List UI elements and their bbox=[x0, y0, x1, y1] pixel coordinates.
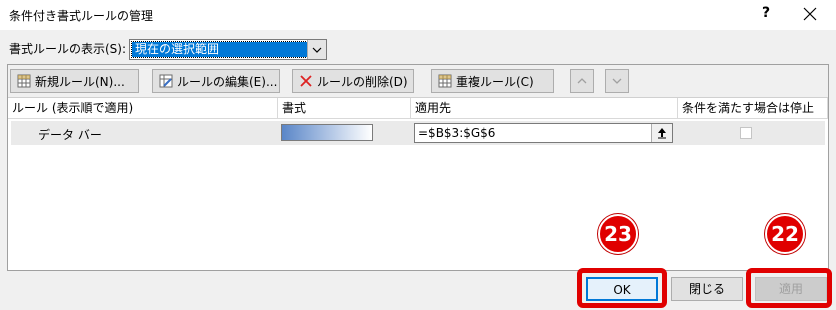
delete-x-icon bbox=[300, 75, 312, 87]
title-bar: 条件付き書式ルールの管理 ? bbox=[0, 0, 836, 30]
delete-rule-label: ルールの削除(D) bbox=[317, 74, 408, 89]
duplicate-table-icon bbox=[438, 74, 452, 88]
chevron-up-icon bbox=[577, 78, 587, 84]
stop-if-true-checkbox[interactable] bbox=[740, 127, 752, 139]
applies-to-input[interactable]: =$B$3:$G$6 bbox=[414, 123, 673, 143]
show-rules-select[interactable]: 現在の選択範囲 bbox=[129, 39, 327, 60]
close-button[interactable]: 閉じる bbox=[671, 277, 743, 301]
column-header-format[interactable]: 書式 bbox=[278, 98, 411, 119]
rules-panel: 新規ルール(N)... ルールの編集(E)... ルールの削除(D) 重複ルール… bbox=[7, 64, 829, 271]
edit-rule-label: ルールの編集(E)... bbox=[177, 74, 278, 89]
rules-toolbar: 新規ルール(N)... ルールの編集(E)... ルールの削除(D) 重複ルール… bbox=[8, 65, 828, 98]
highlight-apply bbox=[746, 268, 832, 308]
table-icon bbox=[17, 74, 31, 88]
move-down-button[interactable] bbox=[605, 69, 629, 93]
column-header-rule[interactable]: ルール (表示順で適用) bbox=[8, 98, 278, 119]
show-rules-value: 現在の選択範囲 bbox=[131, 41, 308, 58]
chevron-down-icon bbox=[612, 78, 622, 84]
chevron-down-icon[interactable] bbox=[307, 40, 326, 59]
edit-table-icon bbox=[159, 74, 173, 88]
new-rule-button[interactable]: 新規ルール(N)... bbox=[10, 69, 139, 93]
help-button[interactable]: ? bbox=[762, 5, 770, 21]
applies-to-value: =$B$3:$G$6 bbox=[418, 126, 496, 140]
edit-rule-button[interactable]: ルールの編集(E)... bbox=[152, 69, 280, 93]
show-rules-label: 書式ルールの表示(S): bbox=[9, 42, 127, 56]
close-icon[interactable] bbox=[800, 4, 820, 24]
duplicate-rule-label: 重複ルール(C) bbox=[456, 74, 534, 89]
collapse-dialog-icon[interactable] bbox=[651, 124, 672, 142]
duplicate-rule-button[interactable]: 重複ルール(C) bbox=[431, 69, 554, 93]
window-title: 条件付き書式ルールの管理 bbox=[9, 9, 154, 23]
annotation-badge-apply: 22 bbox=[765, 214, 805, 254]
rule-row[interactable]: データ バー =$B$3:$G$6 bbox=[11, 121, 825, 145]
column-header-stop-if-true[interactable]: 条件を満たす場合は停止 bbox=[678, 98, 828, 119]
annotation-badge-ok: 23 bbox=[598, 214, 638, 254]
rule-name: データ バー bbox=[38, 128, 102, 142]
highlight-ok bbox=[577, 268, 667, 308]
delete-rule-button[interactable]: ルールの削除(D) bbox=[292, 69, 414, 93]
column-header-applies-to[interactable]: 適用先 bbox=[411, 98, 678, 119]
move-up-button[interactable] bbox=[570, 69, 594, 93]
new-rule-label: 新規ルール(N)... bbox=[35, 74, 125, 89]
format-preview-data-bar bbox=[281, 124, 373, 141]
